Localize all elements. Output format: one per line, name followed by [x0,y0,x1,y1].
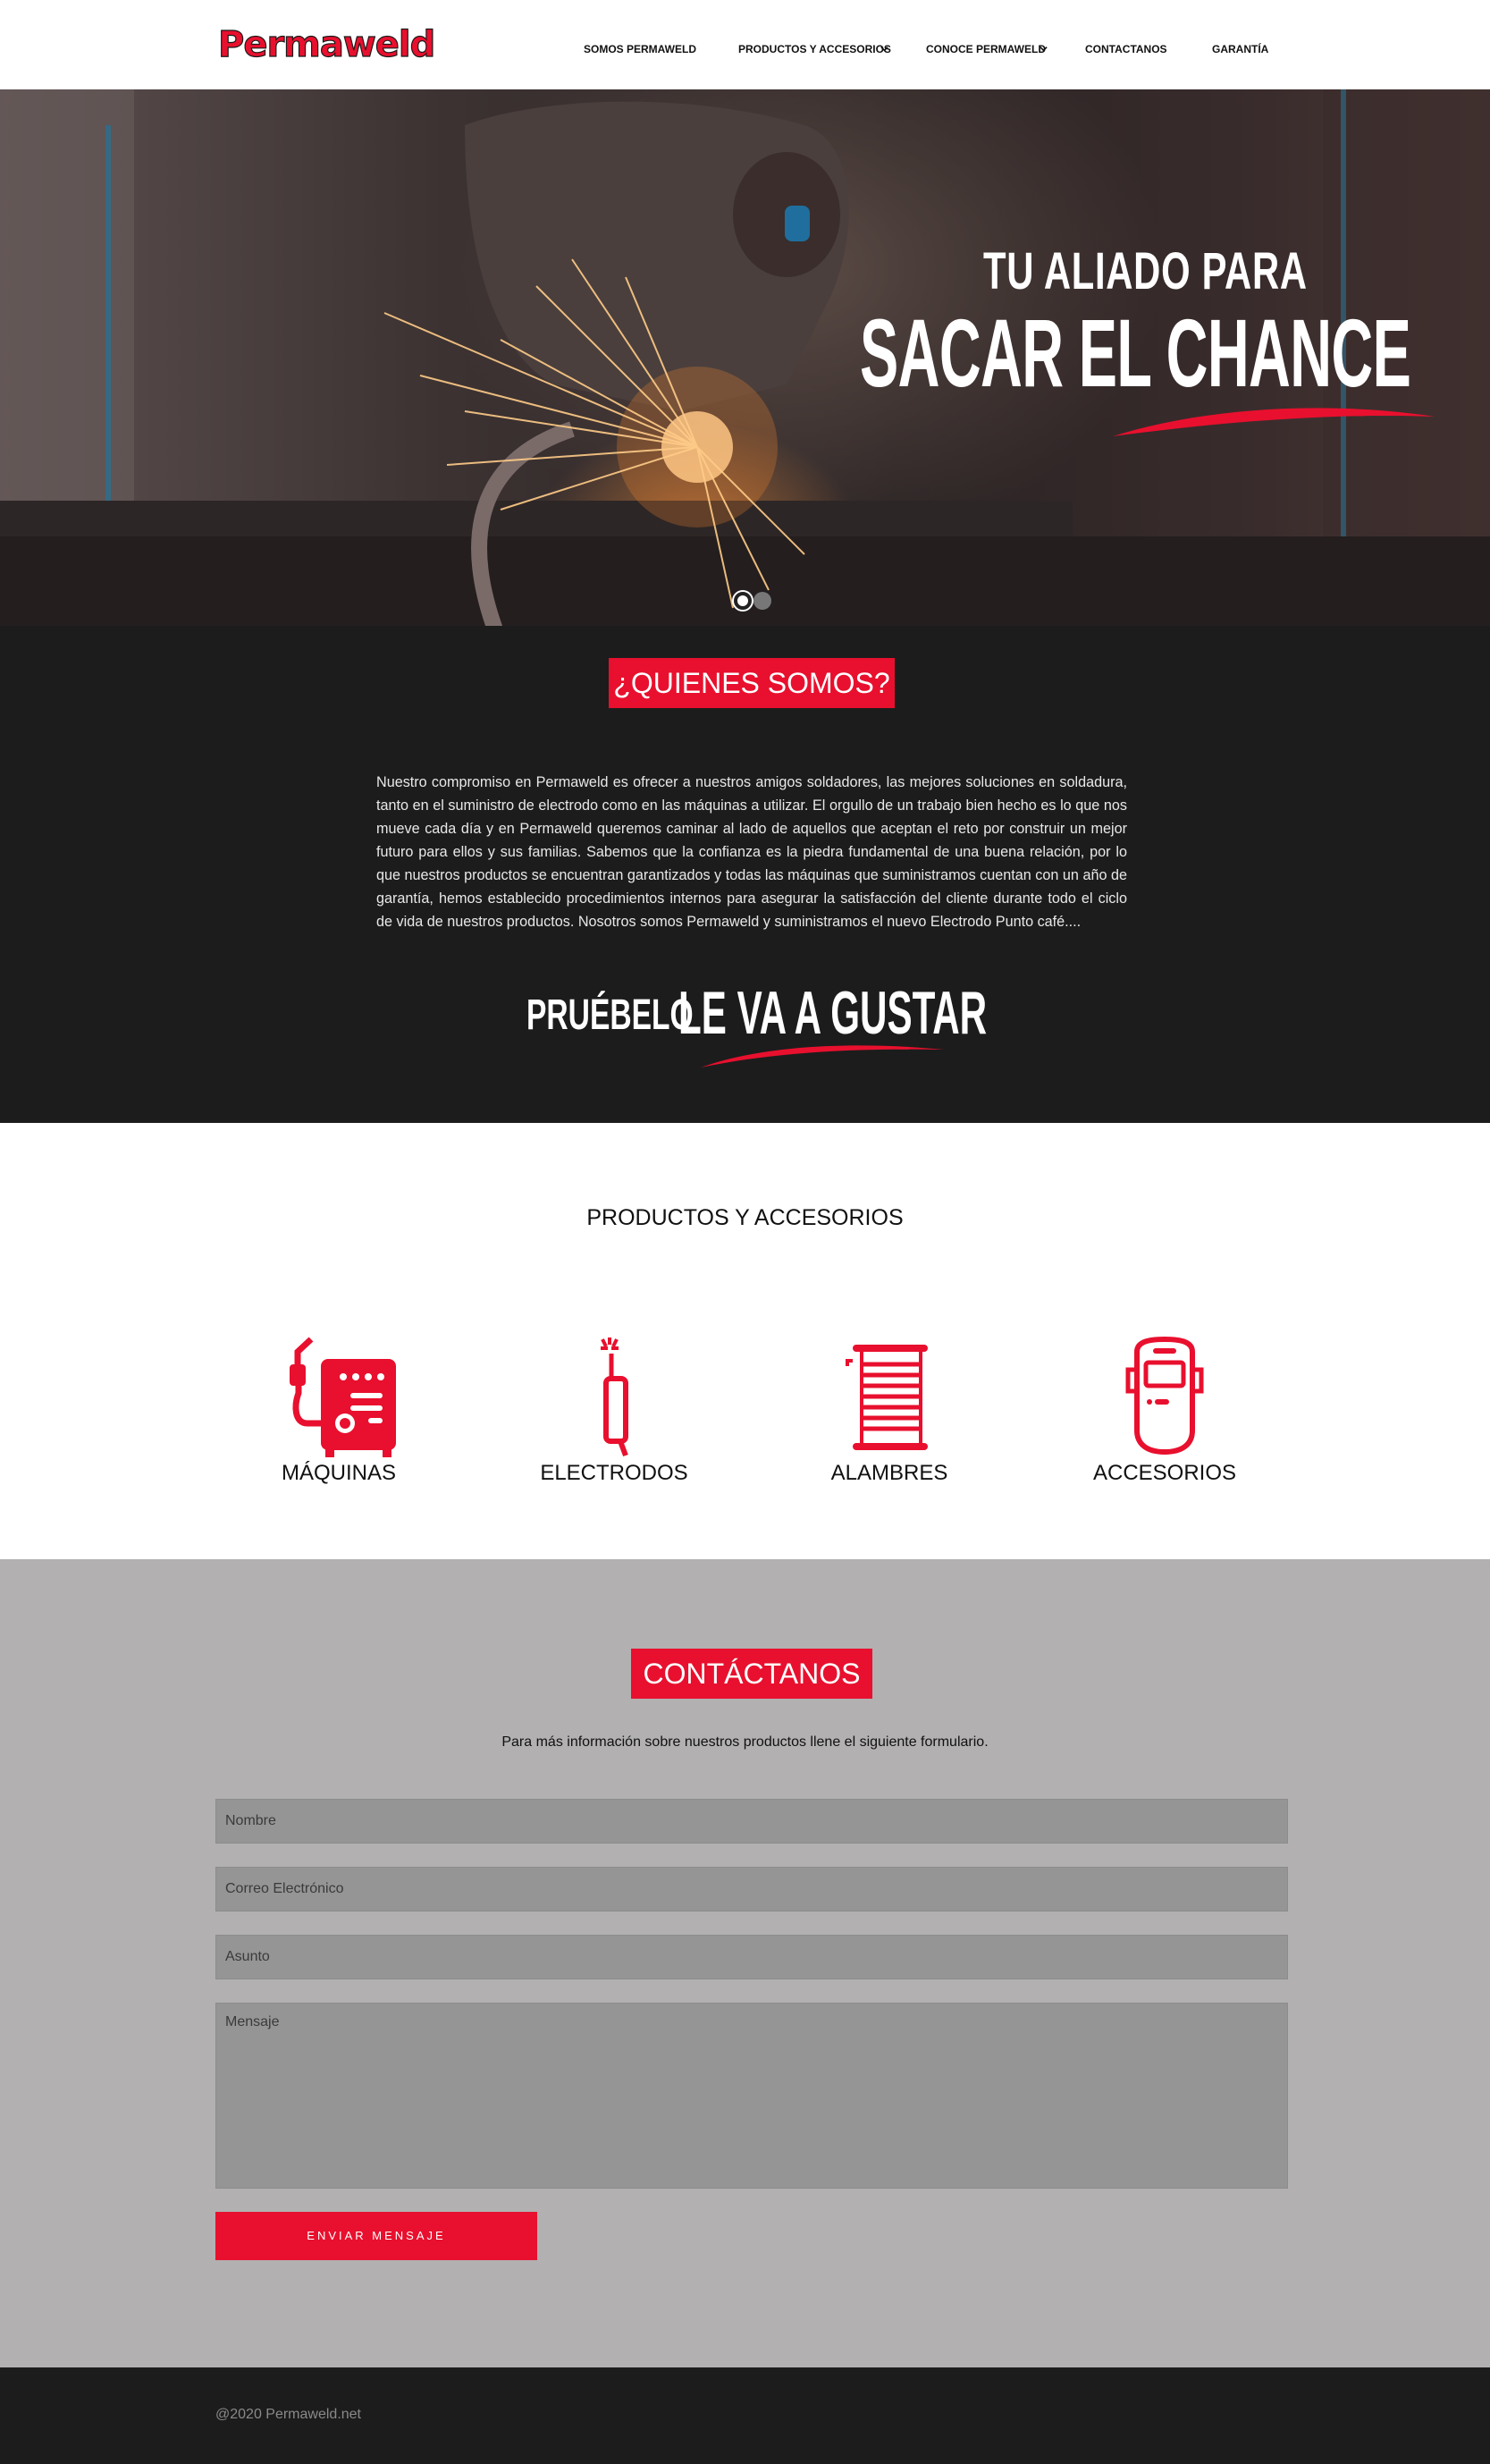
about-section: ¿QUIENES SOMOS? Nuestro compromiso en Pe… [0,626,1490,1123]
welding-machine-icon [290,1337,396,1457]
product-label: ACCESORIOS [1092,1461,1237,1485]
electrode-icon [601,1337,628,1457]
nav-item-somos-permaweld[interactable]: SOMOS PERMAWELD [584,43,696,55]
email-field[interactable] [215,1867,1288,1911]
hero-headline-line1: TU ALIADO PARA [983,242,1308,300]
product-alambres[interactable]: ALAMBRES [782,1334,997,1486]
slogan-small: PRUÉBELO [526,992,694,1039]
chevron-down-icon[interactable] [880,45,888,53]
products-section: PRODUCTOS Y ACCESORIOS MÁQUINAS ELECTROD… [0,1123,1490,1559]
welding-helmet-icon [1125,1336,1204,1456]
logo-text: Permaweld [217,23,435,65]
message-field[interactable] [215,2003,1288,2189]
site-header: Permaweld SOMOS PERMAWELD PRODUCTOS Y AC… [0,0,1490,89]
product-maquinas[interactable]: MÁQUINAS [231,1334,446,1486]
slider-dot[interactable] [753,592,771,610]
hero-slider: TU ALIADO PARA SACAR EL CHANCE [0,89,1490,626]
nav-item-productos[interactable]: PRODUCTOS Y ACCESORIOS [738,43,891,55]
name-field[interactable] [215,1799,1288,1844]
product-label: ALAMBRES [830,1461,948,1485]
chevron-down-icon[interactable] [1040,45,1048,53]
nav-item-garantia[interactable]: GARANTÍA [1212,43,1268,55]
hero-headline-line2: SACAR EL CHANCE [860,299,1411,407]
site-footer: @2020 Permaweld.net [0,2367,1490,2464]
subject-field[interactable] [215,1935,1288,1979]
product-electrodos[interactable]: ELECTRODOS [507,1334,721,1486]
contact-subtitle: Para más información sobre nuestros prod… [501,1734,989,1750]
permaweld-logo[interactable]: Permaweld [217,23,438,66]
about-title: ¿QUIENES SOMOS? [609,658,895,708]
product-label: MÁQUINAS [281,1461,396,1485]
contact-section: CONTÁCTANOS Para más información sobre n… [0,1559,1490,2367]
slogan-swoosh [701,1045,944,1067]
nav-item-conoce[interactable]: CONOCE PERMAWELD [926,43,1046,55]
send-message-button[interactable]: ENVIAR MENSAJE [215,2212,537,2260]
products-title: PRODUCTOS Y ACCESORIOS [586,1205,904,1230]
product-accesorios[interactable]: ACCESORIOS [1057,1334,1272,1486]
nav-item-contactanos[interactable]: CONTACTANOS [1085,43,1167,55]
contact-title: CONTÁCTANOS [631,1649,872,1699]
wire-spool-icon [846,1345,928,1450]
product-label: ELECTRODOS [540,1461,688,1485]
slider-dot-active[interactable] [734,592,752,610]
about-text: Nuestro compromiso en Permaweld es ofrec… [376,774,1127,930]
copyright-text: @2020 Permaweld.net [215,2407,361,2422]
